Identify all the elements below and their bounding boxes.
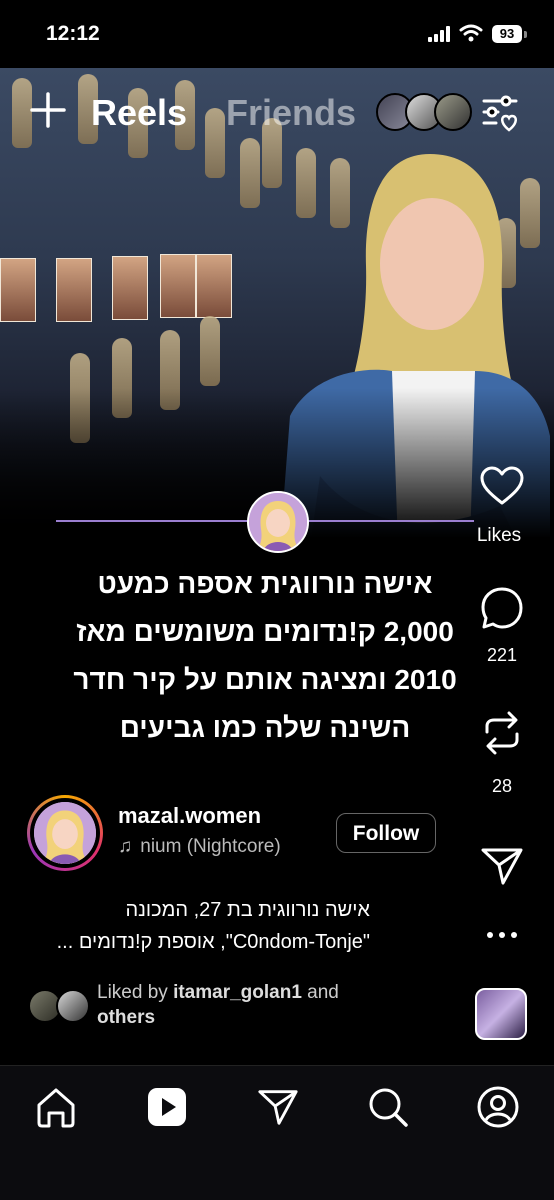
send-icon[interactable] <box>256 1085 300 1129</box>
wall-object <box>205 108 225 178</box>
author-illustration <box>34 802 96 864</box>
battery-indicator: 93 <box>492 25 522 43</box>
author-username[interactable]: mazal.women <box>118 803 261 829</box>
battery-tip <box>524 31 527 38</box>
more-options-button[interactable] <box>477 928 527 942</box>
liked-by-user[interactable]: itamar_golan1 <box>173 982 302 1003</box>
like-button[interactable]: Likes <box>477 465 527 547</box>
profile-icon[interactable] <box>476 1085 520 1129</box>
music-track-name: nium (Nightcore) <box>140 836 281 857</box>
repost-icon <box>485 711 519 755</box>
reposts-count: 28 <box>491 776 513 796</box>
music-track[interactable]: ♫ nium (Nightcore) <box>118 836 281 858</box>
post-headline: אישה נורווגית אספה כמעט 2,000 ק!נדומים מ… <box>73 568 457 743</box>
wall-photo <box>112 256 148 320</box>
liker-avatar[interactable] <box>56 989 90 1023</box>
wifi-icon <box>459 24 483 42</box>
search-icon[interactable] <box>366 1085 410 1129</box>
wall-photo <box>0 258 36 322</box>
filter-heart-icon[interactable] <box>478 90 522 134</box>
comment-icon <box>481 587 523 629</box>
audio-thumbnail[interactable] <box>475 988 527 1040</box>
create-reel-button[interactable] <box>30 92 66 132</box>
author-avatar-image <box>34 802 96 864</box>
caption-line: "C0ndom-Tonje", אוספת ק!נדומים ... <box>56 931 370 953</box>
signal-icon <box>428 26 450 42</box>
liked-by-prefix: Liked by <box>97 982 168 1003</box>
caption-line: אישה נורווגית בת 27, המכונה <box>125 899 370 921</box>
wall-object <box>12 78 32 148</box>
tab-reels[interactable]: Reels <box>91 92 187 134</box>
wall-photo <box>56 258 92 322</box>
comment-button[interactable]: 221 <box>477 585 527 666</box>
likes-label: Likes <box>476 525 522 546</box>
overlay-avatar <box>247 491 309 553</box>
reel-video[interactable] <box>0 68 554 538</box>
share-button[interactable] <box>477 845 527 887</box>
follow-button[interactable]: Follow <box>336 813 436 853</box>
comments-count: 221 <box>486 645 518 665</box>
avatar-illustration <box>249 493 307 551</box>
friend-avatar[interactable] <box>434 93 472 131</box>
author-avatar[interactable] <box>27 795 103 871</box>
author-avatar-ring <box>30 798 100 868</box>
repost-button[interactable]: 28 <box>477 710 527 797</box>
status-time: 12:12 <box>46 22 100 45</box>
status-bar: 12:12 93 <box>0 0 554 68</box>
home-icon[interactable] <box>34 1085 78 1129</box>
music-note-icon: ♫ <box>118 836 133 857</box>
liked-by-others[interactable]: others <box>97 1007 155 1028</box>
wall-photo <box>160 254 196 318</box>
reels-icon[interactable] <box>145 1085 189 1129</box>
wall-object <box>200 316 220 386</box>
wall-object <box>240 138 260 208</box>
wall-photo <box>196 254 232 318</box>
share-icon <box>481 848 523 885</box>
tab-friends[interactable]: Friends <box>226 92 356 134</box>
post-caption[interactable]: אישה נורווגית בת 27, המכונה "C0ndom-Tonj… <box>40 894 370 958</box>
heart-icon <box>480 466 524 505</box>
more-icon <box>487 932 517 938</box>
liked-by-text[interactable]: Liked by itamar_golan1 and others <box>97 980 397 1030</box>
liked-by-and: and <box>307 982 339 1003</box>
plus-icon <box>30 92 66 128</box>
